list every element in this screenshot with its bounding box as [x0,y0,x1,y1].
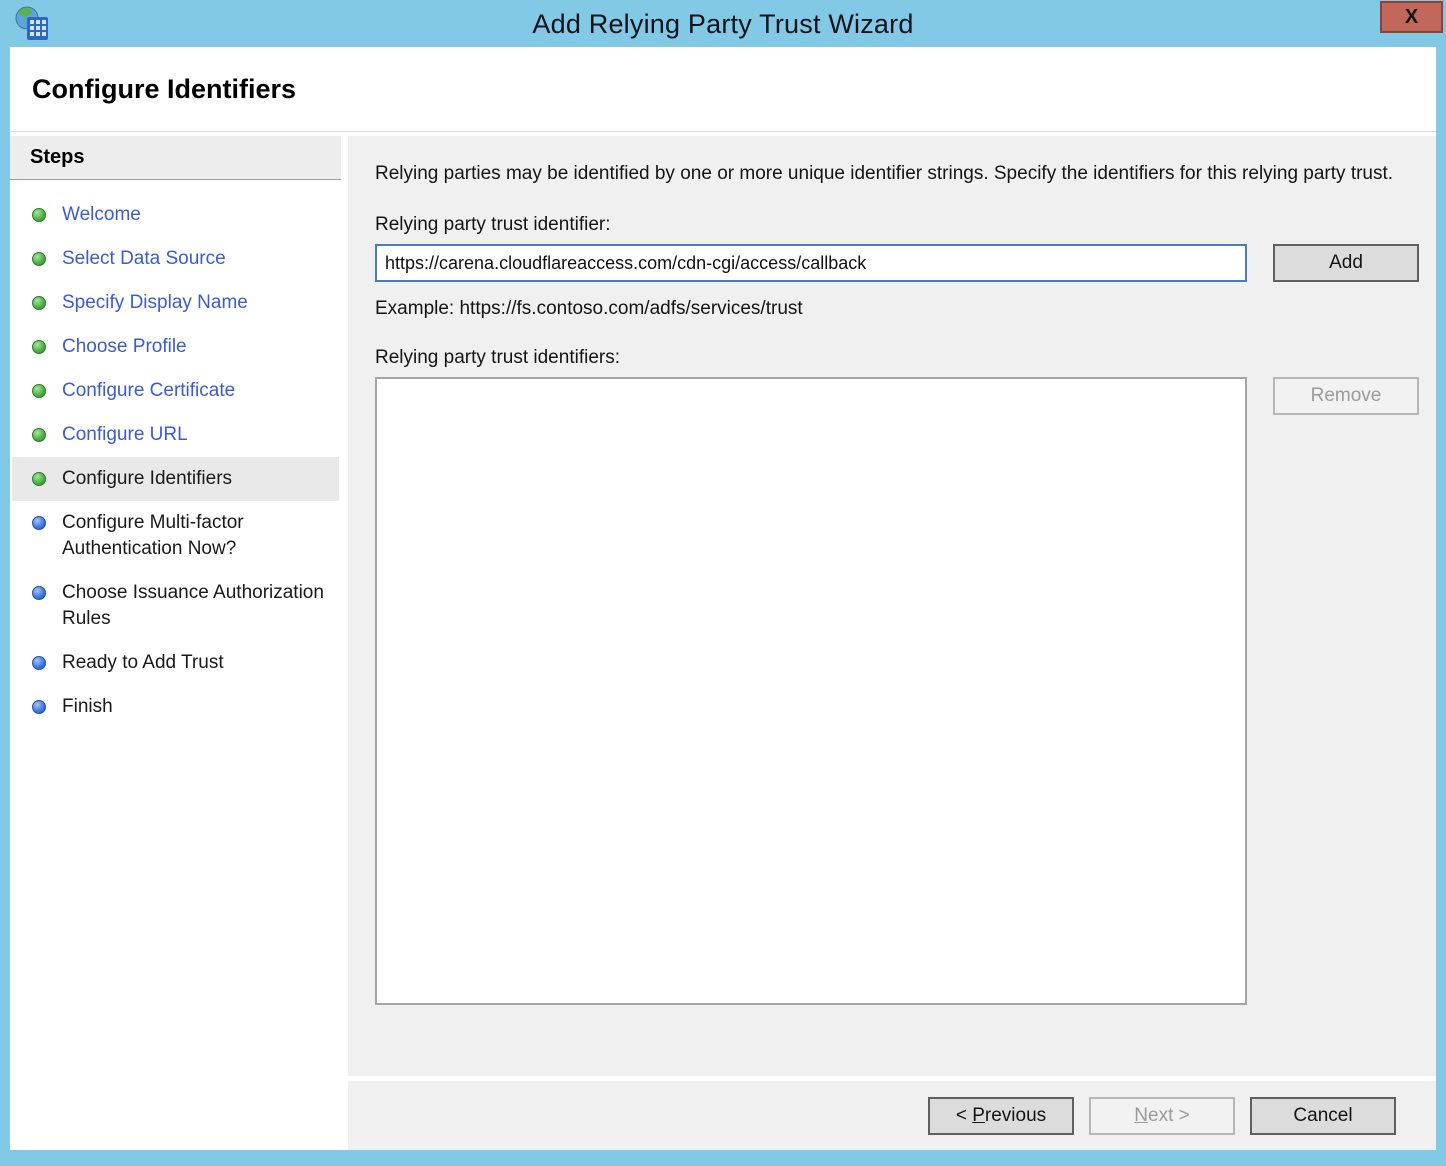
step-bullet-icon [32,586,46,600]
window-title: Add Relying Party Trust Wizard [0,9,1446,40]
add-button[interactable]: Add [1273,244,1419,282]
next-button[interactable]: Next > [1089,1097,1235,1135]
step-bullet-icon [32,340,46,354]
steps-title: Steps [10,136,341,180]
main-panel: Relying parties may be identified by one… [348,136,1436,1150]
window-body: Configure Identifiers Steps Welcome Sele… [10,47,1436,1150]
steps-list: Welcome Select Data Source Specify Displ… [10,193,341,729]
identifiers-list-label: Relying party trust identifiers: [375,347,1419,369]
cancel-button[interactable]: Cancel [1250,1097,1396,1135]
sidebar-item-configure-url[interactable]: Configure URL [12,413,339,457]
sidebar-item-choose-issuance-authorization-rules: Choose Issuance Authorization Rules [12,571,339,641]
identifiers-listbox[interactable] [375,377,1247,1005]
description-text: Relying parties may be identified by one… [375,160,1395,187]
identifier-input-label: Relying party trust identifier: [375,214,1419,236]
relying-party-identifier-input[interactable] [375,244,1247,282]
sidebar-item-welcome[interactable]: Welcome [12,193,339,237]
step-bullet-icon [32,700,46,714]
sidebar-item-finish: Finish [12,685,339,729]
step-bullet-icon [32,252,46,266]
example-text: Example: https://fs.contoso.com/adfs/ser… [375,298,1419,320]
title-bar: Add Relying Party Trust Wizard X [0,0,1446,47]
page-title: Configure Identifiers [32,74,296,105]
sidebar-item-choose-profile[interactable]: Choose Profile [12,325,339,369]
close-icon: X [1405,6,1418,29]
remove-button[interactable]: Remove [1273,377,1419,415]
sidebar-item-select-data-source[interactable]: Select Data Source [12,237,339,281]
wizard-window: Add Relying Party Trust Wizard X Configu… [0,0,1446,1166]
page-header: Configure Identifiers [10,47,1436,132]
steps-sidebar: Steps Welcome Select Data Source Specify… [10,136,341,1150]
footer-buttons: < Previous Next > Cancel [348,1081,1436,1150]
sidebar-item-configure-multi-factor-authentication-now: Configure Multi-factor Authentication No… [12,501,339,571]
close-button[interactable]: X [1380,1,1443,33]
step-bullet-icon [32,296,46,310]
step-bullet-icon [32,472,46,486]
sidebar-item-configure-identifiers: Configure Identifiers [12,457,339,501]
step-bullet-icon [32,428,46,442]
sidebar-item-ready-to-add-trust: Ready to Add Trust [12,641,339,685]
previous-button[interactable]: < Previous [928,1097,1074,1135]
step-bullet-icon [32,516,46,530]
sidebar-item-configure-certificate[interactable]: Configure Certificate [12,369,339,413]
sidebar-item-specify-display-name[interactable]: Specify Display Name [12,281,339,325]
main-content: Relying parties may be identified by one… [348,136,1436,1076]
step-bullet-icon [32,384,46,398]
step-bullet-icon [32,208,46,222]
step-bullet-icon [32,656,46,670]
